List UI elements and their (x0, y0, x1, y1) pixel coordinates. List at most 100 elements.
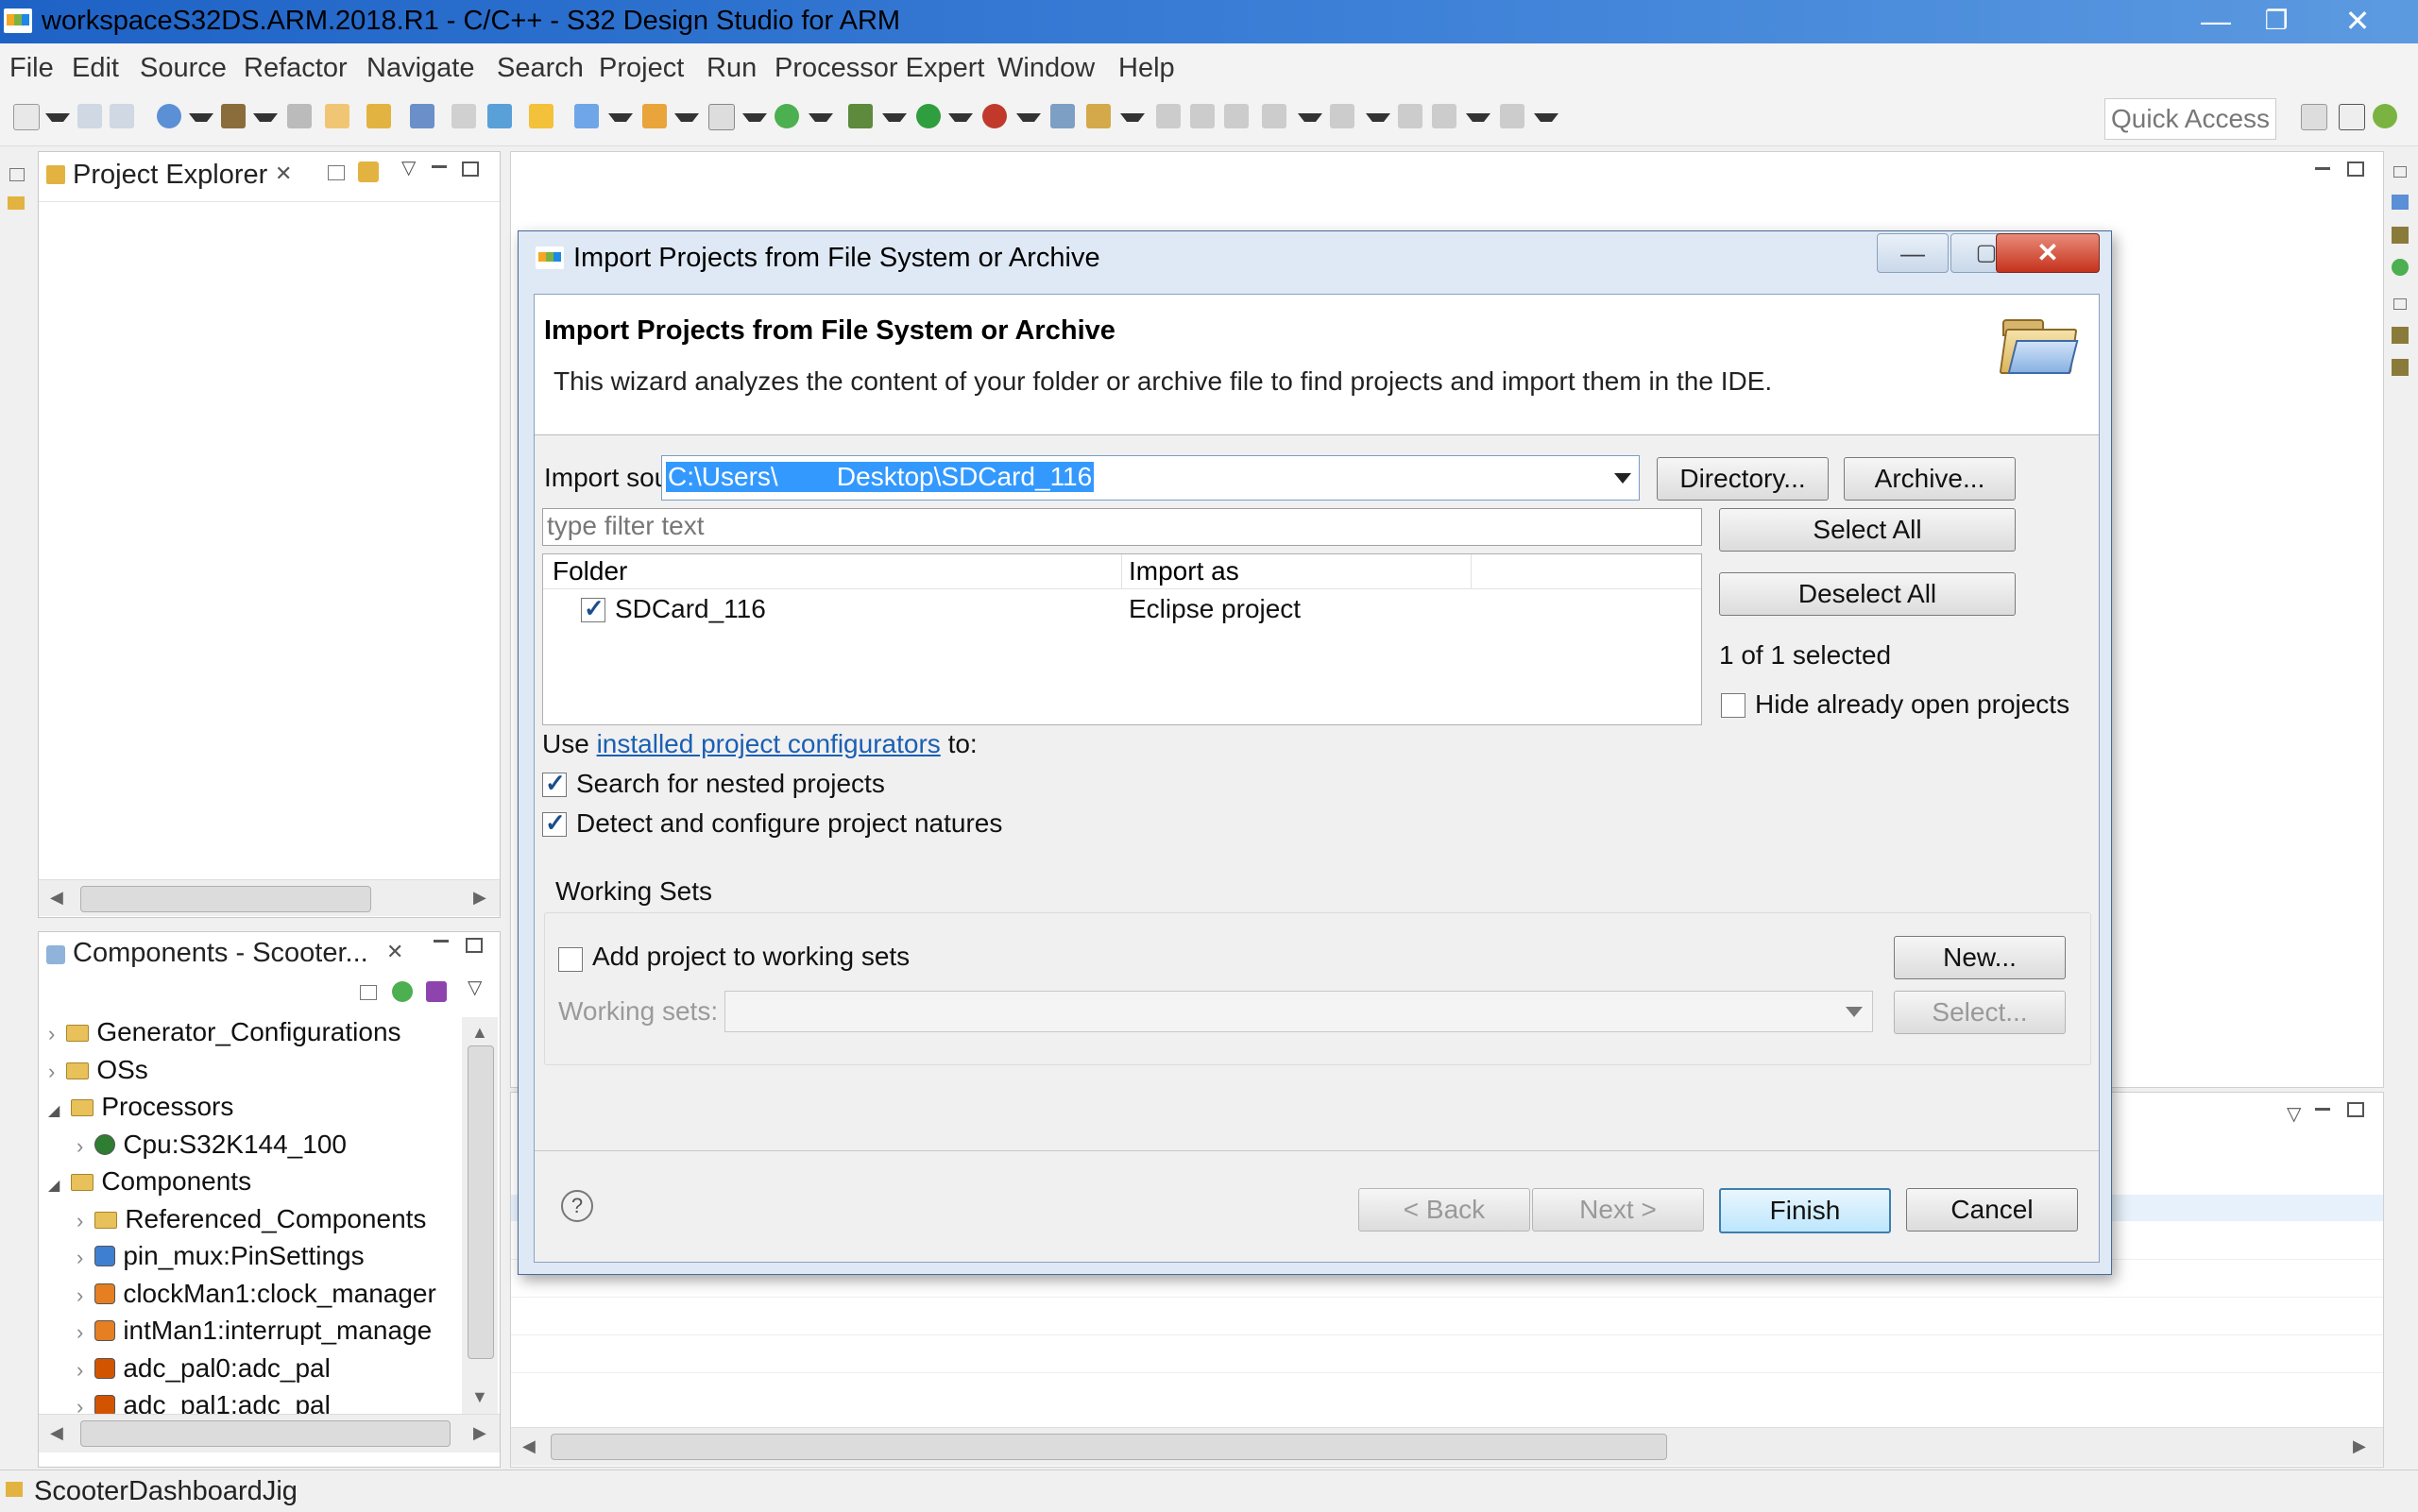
select-working-set-button[interactable]: Select... (1894, 991, 2066, 1034)
target-icon[interactable] (2392, 259, 2409, 276)
next-annotation-icon[interactable] (1262, 104, 1286, 128)
toggle-mark-icon[interactable] (1156, 104, 1181, 128)
search-tool-icon[interactable] (1086, 104, 1111, 128)
expand-icon[interactable]: › (77, 1320, 83, 1344)
chevron-down-icon[interactable] (45, 113, 70, 129)
help-icon[interactable]: ? (561, 1190, 593, 1222)
save-icon[interactable] (77, 104, 102, 128)
column-folder[interactable]: Folder (553, 556, 627, 586)
minimize-button[interactable]: — (2188, 2, 2244, 40)
new-class-icon[interactable] (574, 104, 599, 128)
maximize-view-icon[interactable] (2347, 161, 2364, 177)
pin-icon[interactable] (2392, 227, 2409, 244)
block-selection-icon[interactable] (1190, 104, 1215, 128)
add-working-sets-label[interactable]: Add project to working sets (592, 942, 910, 972)
chevron-down-icon[interactable] (253, 113, 278, 129)
scroll-down-icon[interactable]: ▼ (471, 1387, 488, 1407)
scroll-up-icon[interactable]: ▲ (471, 1023, 488, 1043)
tree-item-interrupt-manager[interactable]: › intMan1:interrupt_manage (77, 1316, 432, 1346)
search-nested-checkbox[interactable] (542, 769, 567, 798)
expand-icon[interactable]: › (48, 1022, 55, 1045)
menu-file[interactable]: File (9, 53, 54, 84)
tree-item-referenced-components[interactable]: › Referenced_Components (77, 1204, 426, 1234)
expand-icon[interactable]: › (77, 1209, 83, 1232)
detect-natures-label[interactable]: Detect and configure project natures (576, 808, 1002, 839)
chevron-down-icon[interactable] (882, 113, 907, 129)
collapse-all-icon[interactable] (360, 985, 377, 1000)
menu-project[interactable]: Project (599, 53, 684, 84)
prev-annotation-icon[interactable] (1330, 104, 1354, 128)
expand-icon[interactable]: › (77, 1134, 83, 1158)
finish-button[interactable]: Finish (1719, 1188, 1891, 1233)
vertical-scrollbar[interactable]: ▲ ▼ (462, 1017, 498, 1414)
collapse-all-icon[interactable] (328, 165, 345, 180)
minimize-view-icon[interactable] (2315, 167, 2330, 170)
flash-icon[interactable] (487, 104, 512, 128)
chevron-down-icon[interactable] (1846, 1007, 1863, 1017)
scroll-thumb[interactable] (80, 1420, 451, 1447)
components-tab[interactable]: Components - Scooter... (73, 938, 368, 969)
minimize-view-icon[interactable] (2315, 1108, 2330, 1111)
working-sets-combo[interactable] (724, 991, 1873, 1032)
tree-item-adc-pal0[interactable]: › adc_pal0:adc_pal (77, 1353, 331, 1384)
menu-search[interactable]: Search (497, 53, 584, 84)
restore-icon[interactable] (2393, 298, 2407, 310)
scroll-thumb[interactable] (468, 1045, 494, 1359)
scroll-thumb[interactable] (80, 886, 371, 912)
tree-item-pin-mux[interactable]: › pin_mux:PinSettings (77, 1241, 365, 1271)
import-source-value[interactable]: C:\Users\ Desktop\SDCard_116 (666, 462, 1095, 492)
chevron-down-icon[interactable] (809, 113, 833, 129)
scroll-left-icon[interactable]: ◀ (522, 1436, 536, 1456)
save-all-icon[interactable] (110, 104, 134, 128)
chevron-down-icon[interactable] (1120, 113, 1145, 129)
minimize-view-icon[interactable] (434, 940, 449, 943)
new-icon[interactable] (13, 104, 40, 130)
close-button[interactable]: ✕ (2329, 2, 2386, 40)
maximize-view-icon[interactable] (462, 161, 479, 177)
menu-edit[interactable]: Edit (72, 53, 119, 84)
chevron-down-icon[interactable] (1614, 473, 1631, 484)
back-arrow-icon[interactable] (1432, 104, 1456, 128)
lightning-icon[interactable] (529, 104, 553, 128)
new-file-icon[interactable] (708, 104, 735, 130)
select-all-button[interactable]: Select All (1719, 508, 2016, 552)
new-folder-icon[interactable] (642, 104, 667, 128)
outline-icon[interactable] (2392, 195, 2409, 210)
refresh-icon[interactable] (775, 104, 799, 128)
import-source-combo[interactable]: C:\Users\ Desktop\SDCard_116 (661, 455, 1640, 501)
chevron-down-icon[interactable] (742, 113, 767, 129)
menu-help[interactable]: Help (1118, 53, 1175, 84)
menu-processor-expert[interactable]: Processor Expert (775, 53, 984, 84)
debug-bug-icon[interactable] (848, 104, 873, 128)
build-hammer-icon[interactable] (221, 104, 246, 128)
menu-refactor[interactable]: Refactor (244, 53, 348, 84)
last-edit-icon[interactable] (1398, 104, 1422, 128)
view-menu-icon[interactable]: ▽ (468, 976, 482, 999)
close-tab-icon[interactable]: ✕ (386, 940, 403, 964)
external-tools-icon[interactable] (982, 104, 1007, 128)
restore-icon[interactable] (2393, 166, 2407, 178)
collapse-icon[interactable]: ◢ (48, 1103, 60, 1119)
scroll-right-icon[interactable]: ▶ (2353, 1436, 2366, 1456)
project-explorer-icon[interactable] (8, 196, 25, 210)
project-explorer-tab[interactable]: Project Explorer (73, 160, 267, 191)
hide-open-projects-checkbox[interactable] (1721, 693, 1745, 718)
maximize-view-icon[interactable] (2347, 1102, 2364, 1117)
pin-icon[interactable] (2392, 327, 2409, 344)
expand-icon[interactable]: › (48, 1060, 55, 1083)
archive-button[interactable]: Archive... (1844, 457, 2016, 501)
new-project-icon[interactable] (325, 104, 349, 128)
tree-item-generator-configurations[interactable]: › Generator_Configurations (48, 1017, 401, 1047)
collapse-icon[interactable]: ◢ (48, 1178, 60, 1194)
scroll-right-icon[interactable]: ▶ (473, 1423, 486, 1443)
chevron-down-icon[interactable] (189, 113, 213, 129)
horizontal-scrollbar[interactable]: ◀ ▶ (39, 879, 500, 916)
forward-arrow-icon[interactable] (1500, 104, 1524, 128)
next-button[interactable]: Next > (1532, 1188, 1704, 1232)
close-tab-icon[interactable]: ✕ (275, 161, 292, 186)
chevron-down-icon[interactable] (608, 113, 633, 129)
show-whitespace-icon[interactable] (1224, 104, 1249, 128)
view-menu-icon[interactable]: ▽ (401, 156, 416, 179)
detect-natures-checkbox[interactable] (542, 808, 567, 838)
menu-navigate[interactable]: Navigate (366, 53, 474, 84)
